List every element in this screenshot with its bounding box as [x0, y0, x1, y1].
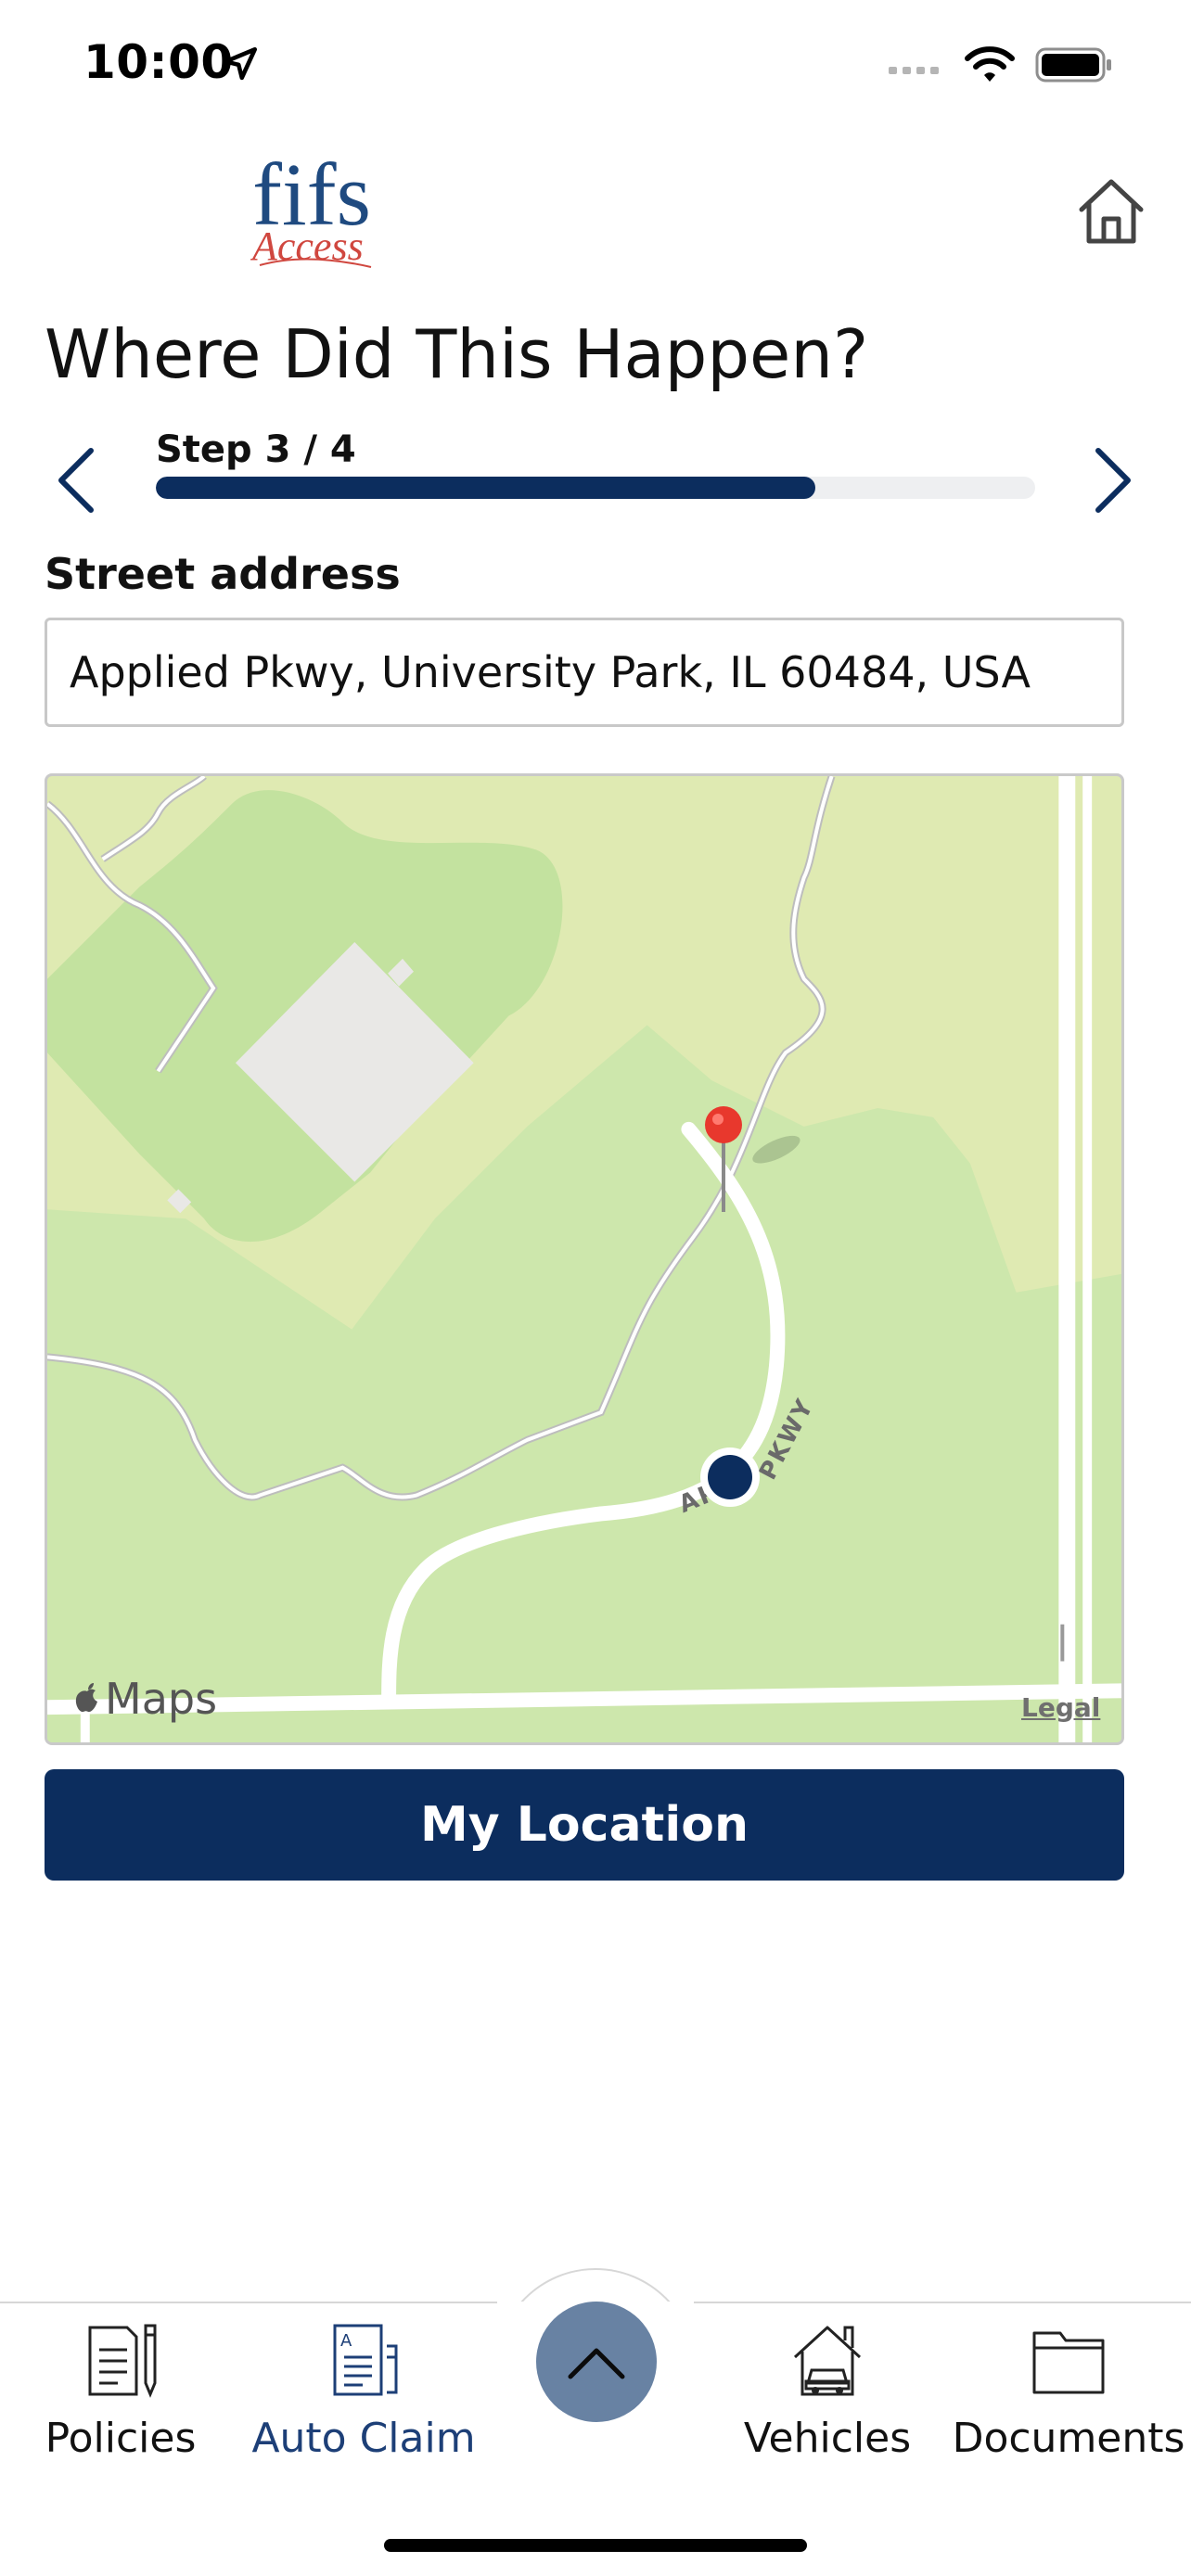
- map-canvas: [47, 776, 1121, 1742]
- house-car-icon: [793, 2326, 862, 2396]
- tab-policies[interactable]: Policies: [9, 2318, 232, 2462]
- step-progress-fill: [156, 477, 815, 499]
- chevron-left-icon: [58, 448, 94, 513]
- chevron-up-icon: [568, 2348, 625, 2379]
- street-address-input[interactable]: [45, 618, 1124, 727]
- map-view[interactable]: APP PKWY Maps Legal: [45, 773, 1124, 1745]
- apple-logo-icon: [75, 1683, 97, 1713]
- home-icon: [1079, 179, 1144, 244]
- fifs-access-logo: fifs Access: [250, 141, 380, 280]
- tab-label-policies: Policies: [45, 2415, 197, 2462]
- status-indicators: [889, 46, 1113, 83]
- map-legal-link[interactable]: Legal: [1021, 1692, 1100, 1723]
- home-indicator: [384, 2539, 807, 2552]
- status-time: 10:00: [83, 35, 234, 89]
- my-location-button[interactable]: My Location: [45, 1769, 1124, 1881]
- expand-menu-button[interactable]: [536, 2302, 657, 2422]
- chevron-right-icon: [1095, 448, 1131, 513]
- tab-auto-claim[interactable]: A Auto Claim: [251, 2318, 476, 2462]
- folder-icon: [1032, 2331, 1105, 2394]
- tab-label-vehicles: Vehicles: [743, 2415, 912, 2462]
- previous-step-button[interactable]: [48, 443, 104, 517]
- wifi-icon: [965, 46, 1015, 82]
- map-pin-icon[interactable]: [702, 1104, 745, 1216]
- battery-icon: [1035, 47, 1111, 83]
- tab-label-auto-claim: Auto Claim: [251, 2415, 476, 2462]
- cellular-signal-icon: [889, 67, 939, 74]
- home-button[interactable]: [1076, 176, 1146, 247]
- step-progress-bar: [156, 477, 1035, 499]
- tab-label-documents: Documents: [952, 2415, 1185, 2462]
- apple-maps-attribution: Maps: [73, 1674, 217, 1724]
- status-bar: 10:00: [0, 0, 1191, 139]
- street-address-label: Street address: [45, 549, 401, 599]
- claim-form-icon: A: [333, 2324, 398, 2396]
- maps-brand-text: Maps: [105, 1674, 218, 1724]
- next-step-button[interactable]: [1085, 443, 1141, 517]
- current-location-dot-icon: [700, 1447, 760, 1507]
- page-title: Where Did This Happen?: [45, 315, 869, 393]
- tab-vehicles[interactable]: Vehicles: [716, 2318, 939, 2462]
- step-label: Step 3 / 4: [156, 428, 356, 471]
- tab-documents[interactable]: Documents: [953, 2318, 1185, 2462]
- svg-text:A: A: [340, 2331, 352, 2351]
- location-arrow-icon: [223, 46, 258, 81]
- document-pencil-icon: [88, 2324, 157, 2398]
